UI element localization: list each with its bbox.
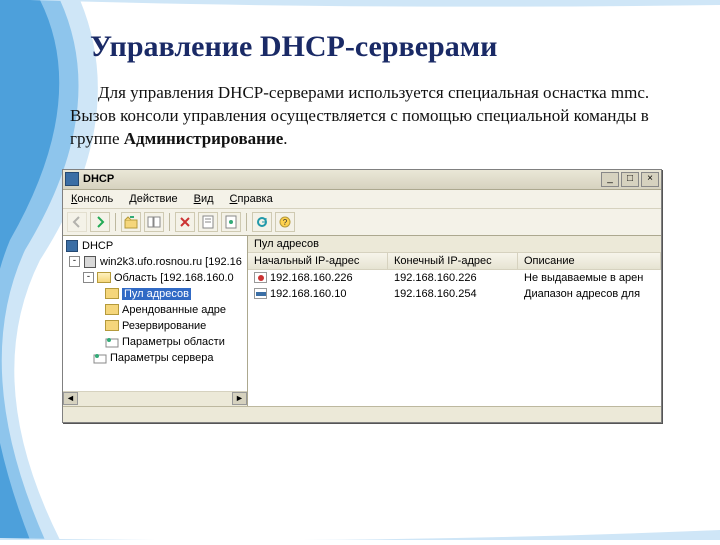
show-hide-button[interactable] (144, 212, 164, 232)
options-icon (105, 336, 119, 348)
tree-server[interactable]: - win2k3.ufo.rosnou.ru [192.16 (65, 254, 247, 270)
close-button[interactable]: × (641, 172, 659, 187)
statusbar (63, 406, 661, 422)
tree-server-options[interactable]: Параметры сервера (65, 350, 247, 366)
tree-leases[interactable]: Арендованные адре (65, 302, 247, 318)
menu-console[interactable]: Консоль (69, 192, 115, 206)
toolbar: ? (63, 209, 661, 236)
window-title: DHCP (83, 173, 601, 185)
tree-scope[interactable]: - Область [192.168.160.0 (65, 270, 247, 286)
scroll-right-icon[interactable]: ► (232, 392, 247, 405)
folder-icon (105, 288, 119, 299)
menu-action[interactable]: Действие (127, 192, 179, 206)
toolbar-separator (246, 213, 247, 231)
folder-icon (105, 304, 119, 315)
list-pane: Пул адресов Начальный IP-адрес Конечный … (248, 236, 661, 406)
paragraph-text-post: . (283, 129, 287, 148)
back-button[interactable] (67, 212, 87, 232)
scrollbar-track[interactable] (78, 392, 232, 406)
list-row[interactable]: 192.168.160.226 192.168.160.226 Не выдав… (248, 270, 661, 286)
column-start-ip[interactable]: Начальный IP-адрес (248, 253, 388, 269)
options-icon (93, 352, 107, 364)
menu-view[interactable]: Вид (192, 192, 216, 206)
range-icon (254, 288, 267, 299)
slide-paragraph: Для управления DHCP-серверами использует… (70, 82, 680, 151)
dhcp-icon (66, 240, 78, 252)
collapse-icon[interactable]: - (83, 272, 94, 283)
tree-root[interactable]: DHCP (65, 238, 247, 254)
help-button[interactable]: ? (275, 212, 295, 232)
refresh-button[interactable] (252, 212, 272, 232)
paragraph-bold: Администрирование (124, 129, 284, 148)
properties-button[interactable] (198, 212, 218, 232)
folder-open-icon (97, 272, 111, 283)
folder-icon (105, 320, 119, 331)
toolbar-separator (115, 213, 116, 231)
tree-reservations[interactable]: Резервирование (65, 318, 247, 334)
column-end-ip[interactable]: Конечный IP-адрес (388, 253, 518, 269)
tree-pool[interactable]: Пул адресов (65, 286, 247, 302)
toolbar-separator (169, 213, 170, 231)
window-titlebar[interactable]: DHCP _ □ × (63, 170, 661, 190)
exclusion-icon (254, 272, 267, 283)
collapse-icon[interactable]: - (69, 256, 80, 267)
list-row[interactable]: 192.168.160.10 192.168.160.254 Диапазон … (248, 286, 661, 302)
forward-button[interactable] (90, 212, 110, 232)
server-icon (84, 256, 96, 268)
list-title: Пул адресов (248, 236, 661, 253)
list-header: Начальный IP-адрес Конечный IP-адрес Опи… (248, 253, 661, 270)
app-icon (65, 172, 79, 186)
slide-title: Управление DHCP-серверами (90, 30, 680, 64)
delete-button[interactable] (175, 212, 195, 232)
tree-pane[interactable]: DHCP - win2k3.ufo.rosnou.ru [192.16 - Об… (63, 236, 248, 406)
minimize-button[interactable]: _ (601, 172, 619, 187)
export-button[interactable] (221, 212, 241, 232)
column-description[interactable]: Описание (518, 253, 661, 269)
menu-help[interactable]: Справка (228, 192, 275, 206)
mmc-window: DHCP _ □ × Консоль Действие Вид Справка (62, 169, 662, 423)
up-button[interactable] (121, 212, 141, 232)
svg-text:?: ? (283, 218, 288, 227)
tree-scope-options[interactable]: Параметры области (65, 334, 247, 350)
maximize-button[interactable]: □ (621, 172, 639, 187)
scroll-left-icon[interactable]: ◄ (63, 392, 78, 405)
menubar: Консоль Действие Вид Справка (63, 190, 661, 209)
